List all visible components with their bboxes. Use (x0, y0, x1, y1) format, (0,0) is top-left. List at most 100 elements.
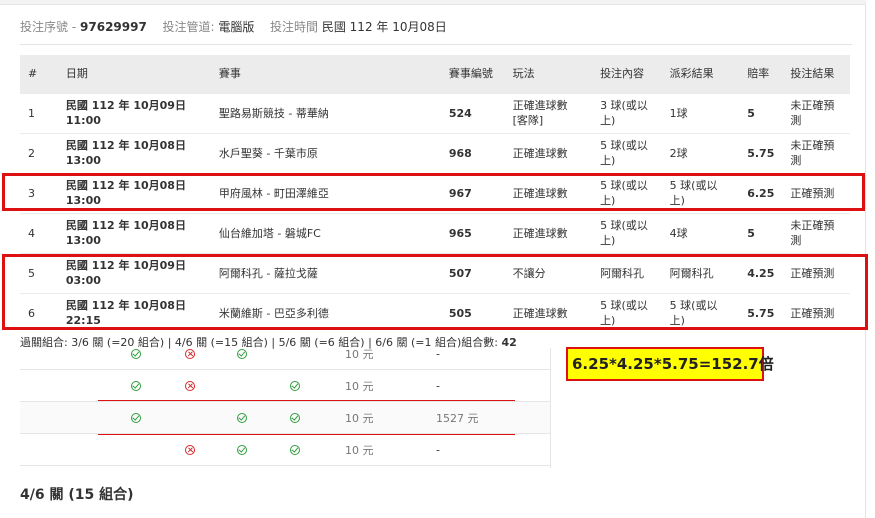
cross-icon (185, 380, 195, 391)
table-row: 4 民國 112 年 10月08日 13:00 仙台維加塔 - 磐城FC 965 … (20, 212, 850, 253)
row-play: 正確進球數 (512, 146, 568, 160)
col-header: 玩法 (504, 55, 593, 93)
row-outcome: 正確預測 (782, 252, 850, 293)
serial-value: 97629997 (80, 20, 147, 34)
check-icon (131, 348, 141, 359)
check-icon (290, 412, 300, 423)
serial-sep: - (71, 20, 77, 34)
table-header-row: # 日期 賽事 賽事編號 玩法 投注內容 派彩結果 賠率 投注結果 (20, 55, 850, 93)
combo-payout: - (436, 443, 440, 456)
col-header: 賽事編號 (440, 55, 505, 93)
row-code: 968 (440, 132, 505, 173)
row-result: 4球 (661, 212, 740, 253)
row-number: 1 (20, 92, 58, 133)
row-result: 5 球(或以上) (661, 292, 740, 333)
row-code: 505 (440, 292, 505, 333)
row-odds: 5 (739, 92, 783, 133)
section-title: 4/6 關 (15 組合) (20, 484, 134, 504)
row-time: 03:00 (65, 274, 101, 287)
check-icon (237, 348, 247, 359)
row-number: 6 (20, 292, 58, 333)
row-odds: 5 (739, 212, 783, 253)
row-play: 正確進球數 (512, 306, 568, 320)
row-bet: 5 球(或以上) (592, 212, 662, 253)
cross-icon (185, 348, 195, 359)
row-number: 5 (20, 252, 58, 293)
row-date: 民國 112 年 10月08日 (65, 179, 186, 192)
row-number: 3 (20, 172, 58, 213)
row-bet: 3 球(或以上) (592, 92, 662, 133)
col-header: 日期 (57, 55, 211, 93)
check-icon (131, 380, 141, 391)
row-odds: 4.25 (739, 252, 783, 293)
meta-divider (20, 44, 852, 45)
row-outcome: 未正確預測 (782, 92, 850, 133)
combo-payout: - (436, 347, 440, 360)
row-odds: 5.75 (739, 292, 783, 333)
combo-amount: 10 元 (345, 443, 374, 457)
row-date: 民國 112 年 10月08日 (65, 139, 186, 152)
row-match: 甲府風林 - 町田澤維亞 (210, 172, 441, 213)
row-time: 13:00 (65, 234, 101, 247)
row-play: 正確進球數 (512, 186, 568, 200)
check-icon (131, 412, 141, 423)
table-row: 5 民國 112 年 10月09日 03:00 阿爾科孔 - 薩拉戈薩 507 不… (20, 252, 850, 293)
table-row: 6 民國 112 年 10月08日 22:15 米蘭維斯 - 巴亞多利德 505 … (20, 292, 850, 333)
row-time: 13:00 (65, 154, 101, 167)
odds-calculation-note: 6.25*4.25*5.75=152.7倍 (566, 347, 774, 381)
row-bet: 5 球(或以上) (592, 132, 662, 173)
table-row: 1 民國 112 年 10月09日 11:00 聖路易斯競技 - 蒂華納 524 … (20, 92, 850, 133)
row-time: 13:00 (65, 194, 101, 207)
row-code: 507 (440, 252, 505, 293)
combo-row: 10 元 - (20, 338, 550, 370)
row-date: 民國 112 年 10月08日 (65, 299, 186, 313)
time-label: 投注時間 (270, 20, 319, 34)
row-play: 不讓分 (512, 266, 546, 280)
combo-row: 10 元 1527 元 (20, 402, 550, 434)
row-match: 水戶聖葵 - 千葉市原 (210, 132, 441, 173)
row-bet: 阿爾科孔 (592, 252, 662, 293)
row-outcome: 正確預測 (782, 172, 850, 213)
row-time: 11:00 (65, 114, 101, 127)
col-header: # (20, 55, 58, 93)
row-play-extra: [客隊] (512, 114, 544, 127)
row-odds: 6.25 (739, 172, 783, 213)
row-date: 民國 112 年 10月08日 (65, 219, 186, 232)
panel-divider (550, 348, 551, 468)
row-outcome: 正確預測 (782, 292, 850, 333)
check-icon (237, 412, 247, 423)
col-header: 賽事 (210, 55, 441, 93)
col-header: 投注內容 (592, 55, 662, 93)
row-result: 1球 (661, 92, 740, 133)
channel-label: 投注管道: (162, 20, 215, 34)
row-result: 阿爾科孔 (661, 252, 740, 293)
row-code: 524 (440, 92, 505, 133)
row-match: 阿爾科孔 - 薩拉戈薩 (210, 252, 441, 293)
row-time: 22:15 (65, 314, 101, 328)
top-border (0, 0, 866, 5)
row-outcome: 未正確預測 (782, 212, 850, 253)
bets-table: # 日期 賽事 賽事編號 玩法 投注內容 派彩結果 賠率 投注結果 1 民國 1… (20, 55, 850, 333)
check-icon (290, 380, 300, 391)
row-bet: 5 球(或以上) (592, 292, 662, 333)
row-bet: 5 球(或以上) (592, 172, 662, 213)
row-match: 仙台維加塔 - 磐城FC (210, 212, 441, 253)
row-date: 民國 112 年 10月09日 (65, 259, 186, 272)
check-icon (237, 444, 247, 455)
combo-amount: 10 元 (345, 411, 374, 425)
row-code: 965 (440, 212, 505, 253)
col-header: 賠率 (739, 55, 783, 93)
row-number: 2 (20, 132, 58, 173)
bet-meta: 投注序號 - 97629997 投注管道: 電腦版 投注時間 民國 112 年 … (20, 18, 447, 35)
combo-payout: - (436, 379, 440, 392)
row-result: 5 球(或以上) (661, 172, 740, 213)
combo-amount: 10 元 (345, 379, 374, 393)
row-match: 米蘭維斯 - 巴亞多利德 (210, 292, 441, 333)
row-match: 聖路易斯競技 - 蒂華納 (210, 92, 441, 133)
channel-value: 電腦版 (218, 20, 255, 34)
col-header: 投注結果 (782, 55, 850, 93)
row-result: 2球 (661, 132, 740, 173)
combo-row: 10 元 - (20, 434, 550, 466)
combo-row: 10 元 - (20, 370, 550, 402)
col-header: 派彩結果 (661, 55, 740, 93)
